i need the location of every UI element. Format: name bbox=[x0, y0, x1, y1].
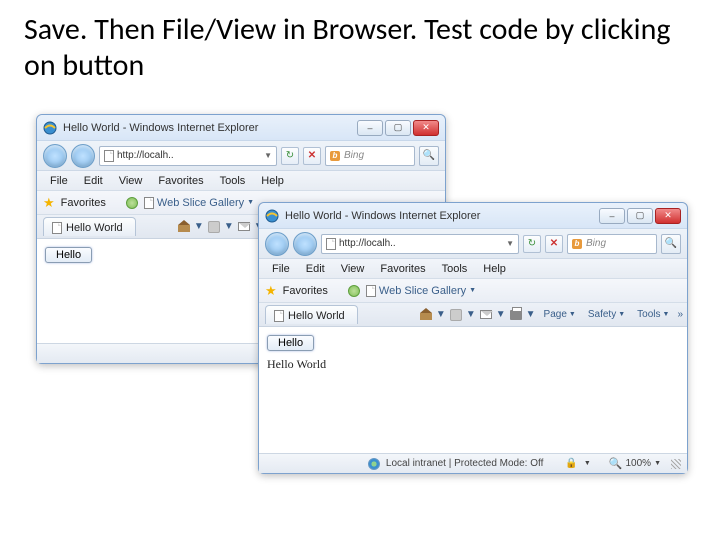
window-title: Hello World - Windows Internet Explorer bbox=[285, 210, 593, 222]
page-icon bbox=[52, 222, 62, 234]
ie-window-after: Hello World - Windows Internet Explorer … bbox=[258, 202, 688, 474]
page-icon bbox=[274, 310, 284, 322]
titlebar[interactable]: Hello World - Windows Internet Explorer … bbox=[37, 115, 445, 141]
suggested-sites-icon[interactable] bbox=[348, 285, 360, 297]
favorites-label: Favorites bbox=[283, 285, 328, 297]
forward-button[interactable] bbox=[293, 232, 317, 256]
favorites-label: Favorites bbox=[61, 197, 106, 209]
back-button[interactable] bbox=[265, 232, 289, 256]
zoom-control[interactable]: 🔍100% ▼ bbox=[609, 457, 661, 470]
titlebar[interactable]: Hello World - Windows Internet Explorer … bbox=[259, 203, 687, 229]
page-icon bbox=[326, 238, 336, 250]
search-box[interactable]: b Bing bbox=[567, 234, 657, 254]
hello-output: Hello World bbox=[267, 357, 679, 372]
search-placeholder: Bing bbox=[586, 238, 606, 249]
zone-text: Local intranet | Protected Mode: Off bbox=[386, 458, 544, 469]
nav-toolbar: http://localh.. ▼ ↻ ✕ b Bing 🔍 bbox=[37, 141, 445, 171]
mail-icon[interactable] bbox=[480, 310, 492, 319]
search-button[interactable]: 🔍 bbox=[661, 234, 681, 254]
bing-icon: b bbox=[330, 151, 340, 161]
page-icon bbox=[366, 285, 376, 297]
favorites-bar: ★ Favorites Web Slice Gallery ▼ bbox=[259, 279, 687, 303]
feeds-icon[interactable] bbox=[208, 221, 220, 233]
back-button[interactable] bbox=[43, 144, 67, 168]
tab-row: Hello World ▼ ▼ ▼ ▼ Page▼ Safety▼ Tools▼… bbox=[259, 303, 687, 327]
webslice-link[interactable]: Web Slice Gallery ▼ bbox=[366, 285, 476, 297]
forward-button[interactable] bbox=[71, 144, 95, 168]
lock-icon[interactable]: 🔒 bbox=[565, 458, 577, 469]
feeds-icon[interactable] bbox=[450, 309, 462, 321]
bing-icon: b bbox=[572, 239, 582, 249]
nav-toolbar: http://localh.. ▼ ↻ ✕ b Bing 🔍 bbox=[259, 229, 687, 259]
address-bar[interactable]: http://localh.. ▼ bbox=[321, 234, 519, 254]
maximize-button[interactable]: ▢ bbox=[627, 208, 653, 224]
close-button[interactable]: ✕ bbox=[413, 120, 439, 136]
tab-hello-world[interactable]: Hello World bbox=[265, 305, 358, 324]
webslice-link[interactable]: Web Slice Gallery ▼ bbox=[144, 197, 254, 209]
window-title: Hello World - Windows Internet Explorer bbox=[63, 122, 351, 134]
menu-tools[interactable]: Tools bbox=[435, 262, 475, 276]
chevron-down-icon[interactable]: ▼ bbox=[506, 239, 514, 248]
stop-button[interactable]: ✕ bbox=[303, 147, 321, 165]
hello-button[interactable]: Hello bbox=[267, 335, 314, 351]
page-icon bbox=[144, 197, 154, 209]
home-icon[interactable] bbox=[178, 222, 190, 232]
ie-icon bbox=[265, 209, 279, 223]
menu-tools[interactable]: Tools bbox=[213, 174, 253, 188]
resize-grip[interactable] bbox=[671, 459, 681, 469]
address-bar[interactable]: http://localh.. ▼ bbox=[99, 146, 277, 166]
menu-file[interactable]: File bbox=[43, 174, 75, 188]
minimize-button[interactable]: – bbox=[599, 208, 625, 224]
tab-label: Hello World bbox=[288, 310, 345, 322]
print-icon[interactable] bbox=[510, 310, 522, 320]
suggested-sites-icon[interactable] bbox=[126, 197, 138, 209]
refresh-button[interactable]: ↻ bbox=[281, 147, 299, 165]
menu-view[interactable]: View bbox=[112, 174, 150, 188]
ie-icon bbox=[43, 121, 57, 135]
menu-edit[interactable]: Edit bbox=[299, 262, 332, 276]
tab-label: Hello World bbox=[66, 222, 123, 234]
slide-title: Save. Then File/View in Browser. Test co… bbox=[0, 0, 720, 92]
status-bar: Local intranet | Protected Mode: Off 🔒▼ … bbox=[259, 453, 687, 473]
chevron-down-icon[interactable]: ▼ bbox=[264, 151, 272, 160]
menu-bar: File Edit View Favorites Tools Help bbox=[37, 171, 445, 191]
menu-favorites[interactable]: Favorites bbox=[151, 174, 210, 188]
page-icon bbox=[104, 150, 114, 162]
star-icon[interactable]: ★ bbox=[265, 283, 277, 299]
toolbar-safety[interactable]: Safety▼ bbox=[584, 308, 629, 321]
menu-favorites[interactable]: Favorites bbox=[373, 262, 432, 276]
hello-button[interactable]: Hello bbox=[45, 247, 92, 263]
magnifier-icon: 🔍 bbox=[609, 457, 623, 470]
search-button[interactable]: 🔍 bbox=[419, 146, 439, 166]
star-icon[interactable]: ★ bbox=[43, 195, 55, 211]
stop-button[interactable]: ✕ bbox=[545, 235, 563, 253]
menu-view[interactable]: View bbox=[334, 262, 372, 276]
refresh-button[interactable]: ↻ bbox=[523, 235, 541, 253]
globe-icon bbox=[368, 458, 380, 470]
menu-edit[interactable]: Edit bbox=[77, 174, 110, 188]
search-placeholder: Bing bbox=[344, 150, 364, 161]
close-button[interactable]: ✕ bbox=[655, 208, 681, 224]
menu-help[interactable]: Help bbox=[254, 174, 291, 188]
toolbar-more[interactable]: » bbox=[677, 309, 683, 320]
page-content: Hello Hello World bbox=[259, 327, 687, 453]
toolbar-tools[interactable]: Tools▼ bbox=[633, 308, 673, 321]
menu-bar: File Edit View Favorites Tools Help bbox=[259, 259, 687, 279]
maximize-button[interactable]: ▢ bbox=[385, 120, 411, 136]
menu-help[interactable]: Help bbox=[476, 262, 513, 276]
menu-file[interactable]: File bbox=[265, 262, 297, 276]
tab-hello-world[interactable]: Hello World bbox=[43, 217, 136, 236]
minimize-button[interactable]: – bbox=[357, 120, 383, 136]
toolbar-page[interactable]: Page▼ bbox=[540, 308, 580, 321]
search-box[interactable]: b Bing bbox=[325, 146, 415, 166]
address-text: http://localh.. bbox=[339, 238, 396, 249]
address-text: http://localh.. bbox=[117, 150, 174, 161]
home-icon[interactable] bbox=[420, 310, 432, 320]
mail-icon[interactable] bbox=[238, 222, 250, 231]
